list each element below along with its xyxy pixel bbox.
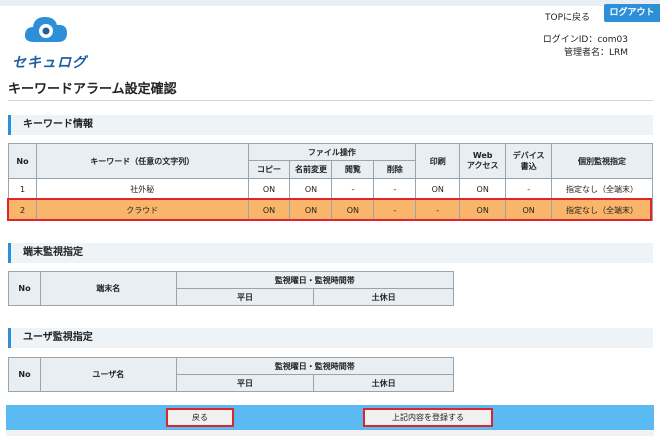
terminal-col-weekend: 土休日 bbox=[313, 288, 454, 306]
row-web: ON bbox=[459, 199, 507, 221]
terminal-col-schedule: 監視曜日・監視時間帯 bbox=[175, 271, 455, 289]
keyword-section-title: キーワード情報 bbox=[8, 115, 653, 135]
row-print: - bbox=[415, 199, 461, 221]
col-device-write: デバイス 書込 bbox=[505, 143, 553, 179]
user-col-weekday: 平日 bbox=[175, 374, 315, 392]
row-no: 1 bbox=[8, 178, 37, 200]
row-view: ON bbox=[331, 199, 375, 221]
col-web-line1: Web bbox=[472, 151, 493, 160]
row-rename: ON bbox=[289, 178, 333, 200]
login-id: ログインID：com03 bbox=[542, 35, 628, 45]
keyword-table: No キーワード（任意の文字列） ファイル操作 印刷 Web アクセス デバイス… bbox=[8, 143, 653, 221]
user-table: No ユーザ名 監視曜日・監視時間帯 平日 土休日 bbox=[8, 357, 455, 392]
row-print: ON bbox=[415, 178, 461, 200]
col-web-access: Web アクセス bbox=[459, 143, 507, 179]
row-rename: ON bbox=[289, 199, 333, 221]
cloud-logo-icon bbox=[24, 17, 67, 42]
col-keyword: キーワード（任意の文字列） bbox=[35, 143, 249, 179]
col-device-line1: デバイス bbox=[512, 151, 545, 160]
user-col-no: No bbox=[8, 357, 41, 392]
logout-button[interactable]: ログアウト bbox=[604, 4, 660, 22]
user-col-name: ユーザ名 bbox=[39, 357, 177, 392]
bottom-strip bbox=[6, 430, 654, 436]
register-button[interactable]: 上記内容を登録する bbox=[363, 408, 493, 427]
top-bar bbox=[0, 0, 660, 6]
col-device-line2: 書込 bbox=[520, 162, 537, 171]
col-print: 印刷 bbox=[415, 143, 461, 179]
row-no: 2 bbox=[8, 199, 37, 221]
row-delete: - bbox=[373, 199, 417, 221]
row-web: ON bbox=[459, 178, 507, 200]
row-device: - bbox=[505, 178, 553, 200]
action-bar bbox=[6, 405, 654, 430]
title-divider bbox=[8, 100, 653, 101]
row-delete: - bbox=[373, 178, 417, 200]
page-title: キーワードアラーム設定確認 bbox=[8, 82, 177, 97]
col-monitor: 個別監視指定 bbox=[551, 143, 653, 179]
terminal-col-name: 端末名 bbox=[39, 271, 177, 306]
row-monitor: 指定なし（全端末） bbox=[551, 199, 653, 221]
terminal-col-weekday: 平日 bbox=[175, 288, 315, 306]
terminal-section-title: 端末監視指定 bbox=[8, 243, 653, 263]
col-delete: 削除 bbox=[373, 160, 417, 179]
row-keyword: クラウド bbox=[35, 199, 249, 221]
row-view: - bbox=[331, 178, 375, 200]
top-page-link[interactable]: TOPに戻る bbox=[545, 10, 590, 23]
table-row: 1 社外秘 ON ON - - ON ON - 指定なし（全端末） bbox=[8, 178, 653, 200]
col-web-line2: アクセス bbox=[466, 161, 499, 170]
terminal-table: No 端末名 監視曜日・監視時間帯 平日 土休日 bbox=[8, 271, 455, 306]
user-section-title: ユーザ監視指定 bbox=[8, 328, 653, 348]
col-no: No bbox=[8, 143, 37, 179]
row-monitor: 指定なし（全端末） bbox=[551, 178, 653, 200]
row-device: ON bbox=[505, 199, 553, 221]
admin-name: 管理者名：LRM bbox=[563, 48, 628, 58]
user-info: ログインID：com03 管理者名：LRM bbox=[543, 34, 628, 60]
row-keyword: 社外秘 bbox=[35, 178, 249, 200]
app-logo: セキュログ bbox=[8, 12, 88, 71]
logo-text: セキュログ bbox=[12, 55, 87, 71]
col-file-ops: ファイル操作 bbox=[247, 143, 417, 161]
terminal-col-no: No bbox=[8, 271, 41, 306]
back-button[interactable]: 戻る bbox=[166, 408, 234, 427]
user-col-schedule: 監視曜日・監視時間帯 bbox=[175, 357, 455, 375]
user-col-weekend: 土休日 bbox=[313, 374, 454, 392]
col-copy: コピー bbox=[247, 160, 291, 179]
row-copy: ON bbox=[247, 199, 291, 221]
col-view: 閲覧 bbox=[331, 160, 375, 179]
row-copy: ON bbox=[247, 178, 291, 200]
col-rename: 名前変更 bbox=[289, 160, 333, 179]
table-row-highlighted: 2 クラウド ON ON ON - - ON ON 指定なし（全端末） bbox=[8, 199, 653, 221]
